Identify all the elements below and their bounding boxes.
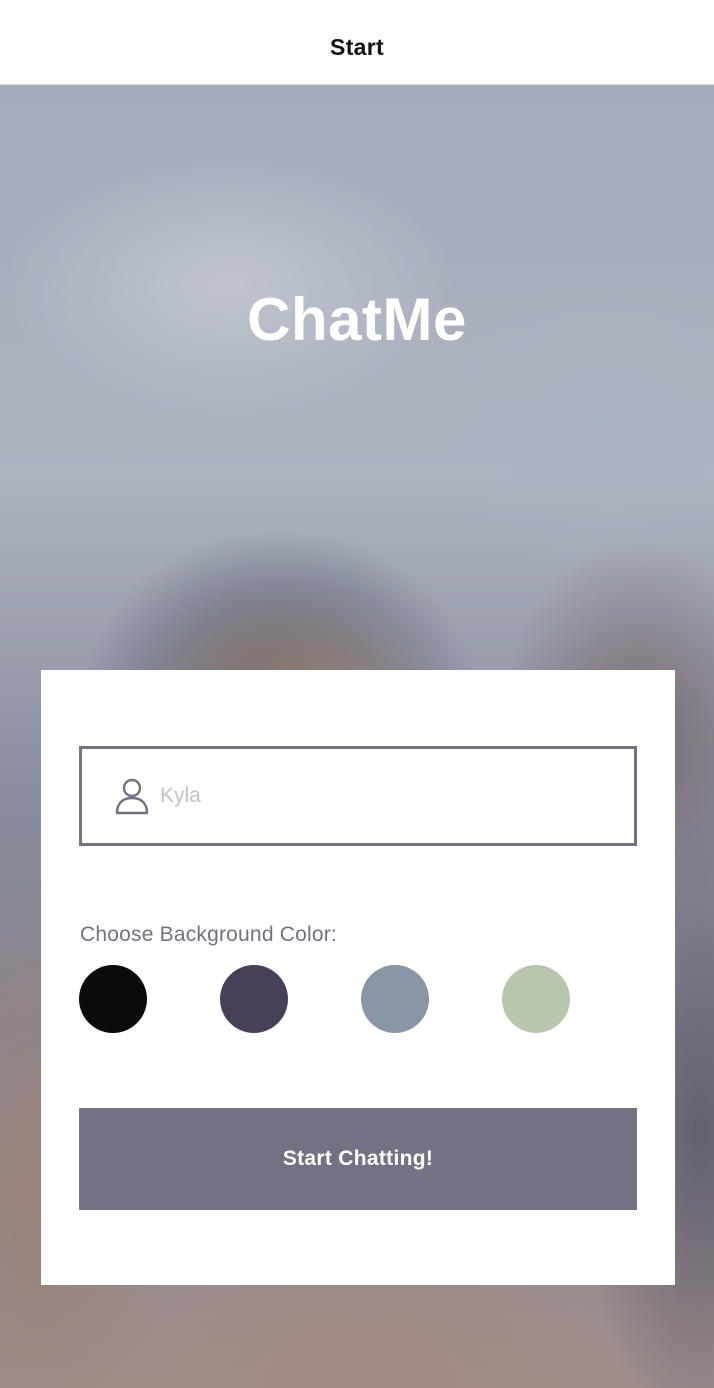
- color-choice-label: Choose Background Color:: [80, 923, 337, 946]
- color-swatch-black[interactable]: [79, 965, 147, 1033]
- nav-title: Start: [330, 33, 384, 60]
- app-title: ChatMe: [247, 286, 467, 353]
- color-swatch-dark-purple[interactable]: [220, 965, 288, 1033]
- name-input[interactable]: [160, 784, 580, 808]
- start-screen: Start ChatMe Choose Background Color: St…: [0, 0, 714, 1388]
- person-icon: [114, 777, 150, 815]
- navigation-bar: Start: [0, 0, 714, 85]
- name-field[interactable]: [79, 746, 637, 846]
- color-swatch-group: [79, 965, 579, 1033]
- login-card: Choose Background Color: Start Chatting!: [41, 670, 675, 1285]
- start-chatting-button[interactable]: Start Chatting!: [79, 1108, 637, 1210]
- color-swatch-sage-green[interactable]: [502, 965, 570, 1033]
- color-swatch-slate-gray[interactable]: [361, 965, 429, 1033]
